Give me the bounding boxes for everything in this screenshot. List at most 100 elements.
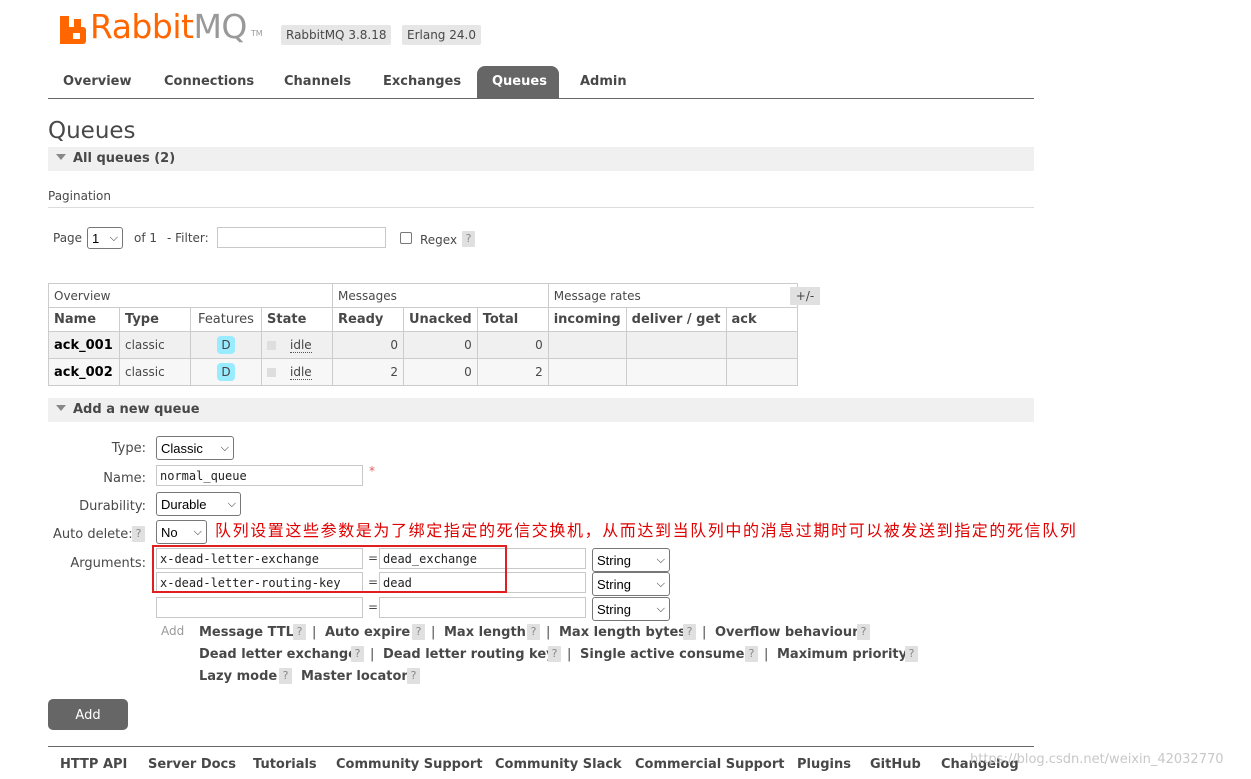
queue-name-link[interactable]: ack_001	[48, 331, 120, 359]
all-queues-toggle[interactable]: All queues (2)	[48, 147, 1034, 171]
argument-key-input[interactable]	[156, 597, 363, 618]
footer-link-http-api[interactable]: HTTP API	[60, 757, 127, 772]
footer-link-community-support[interactable]: Community Support	[336, 757, 483, 772]
shortcut-auto-expire[interactable]: Auto expire	[325, 625, 410, 640]
chevron-down-icon: ⌵	[656, 577, 665, 590]
column-header-ready[interactable]: Ready	[332, 307, 404, 332]
help-icon[interactable]: ?	[548, 646, 561, 662]
footer-divider	[48, 746, 1034, 747]
column-header-incoming[interactable]: incoming	[547, 307, 627, 332]
annotation-note: 队列设置这些参数是为了绑定指定的死信交换机，从而达到当队列中的消息过期时可以被发…	[215, 521, 1078, 540]
footer-link-server-docs[interactable]: Server Docs	[148, 757, 236, 772]
help-icon[interactable]: ?	[279, 668, 292, 684]
arguments-label: Arguments:	[70, 556, 146, 571]
chevron-down-icon: ⌵	[656, 553, 665, 566]
help-icon[interactable]: ?	[527, 624, 540, 640]
logo-trademark: TM	[250, 29, 263, 38]
tab-connections[interactable]: Connections	[149, 66, 269, 98]
footer-link-commercial-support[interactable]: Commercial Support	[635, 757, 785, 772]
tab-exchanges[interactable]: Exchanges	[368, 66, 476, 98]
collapse-triangle-icon	[56, 405, 66, 411]
separator: |	[312, 625, 317, 640]
column-header-type[interactable]: Type	[119, 307, 191, 332]
argument-type-select[interactable]: String ⌵	[592, 548, 670, 572]
main-nav: Overview Connections Channels Exchanges …	[48, 66, 1034, 99]
queue-name-link[interactable]: ack_002	[48, 358, 120, 386]
queues-table: Overview Messages Message rates Name Typ…	[48, 283, 798, 386]
column-header-unacked[interactable]: Unacked	[403, 307, 478, 332]
column-header-name[interactable]: Name	[48, 307, 120, 332]
footer-link-community-slack[interactable]: Community Slack	[495, 757, 622, 772]
queue-name-input[interactable]	[156, 465, 363, 486]
shortcut-lazy-mode[interactable]: Lazy mode	[199, 669, 277, 684]
argument-type-value: String	[597, 601, 631, 617]
queue-type-select[interactable]: Classic ⌵	[156, 436, 234, 460]
rabbitmq-logo-icon	[60, 16, 86, 44]
auto-delete-select[interactable]: No ⌵	[156, 520, 207, 544]
page-select-value: 1	[92, 230, 100, 246]
shortcut-maximum-priority[interactable]: Maximum priority	[777, 647, 907, 662]
shortcut-single-active-consumer[interactable]: Single active consumer	[580, 647, 751, 662]
argument-type-value: String	[597, 552, 631, 568]
column-header-total[interactable]: Total	[476, 307, 549, 332]
queue-type: classic	[119, 358, 191, 386]
filter-input[interactable]	[217, 227, 386, 248]
footer-link-tutorials[interactable]: Tutorials	[253, 757, 317, 772]
durability-label: Durability:	[79, 499, 146, 514]
pagination-divider	[48, 207, 1034, 208]
regex-checkbox[interactable]	[400, 232, 412, 244]
argument-type-select[interactable]: String ⌵	[592, 597, 670, 621]
argument-type-select[interactable]: String ⌵	[592, 572, 670, 596]
regex-help-icon[interactable]: ?	[462, 231, 475, 247]
ready-count: 0	[332, 331, 404, 359]
queue-type: classic	[119, 331, 191, 359]
shortcut-master-locator[interactable]: Master locator	[301, 669, 408, 684]
page-select[interactable]: 1 ⌵	[87, 227, 123, 249]
help-icon[interactable]: ?	[351, 646, 364, 662]
queue-type-value: Classic	[161, 440, 203, 456]
shortcut-max-length-bytes[interactable]: Max length bytes	[559, 625, 686, 640]
tab-queues[interactable]: Queues	[477, 66, 559, 98]
help-icon[interactable]: ?	[905, 646, 918, 662]
footer-link-plugins[interactable]: Plugins	[797, 757, 851, 772]
argument-equals: =	[368, 600, 379, 614]
auto-delete-label: Auto delete:	[53, 527, 133, 542]
shortcut-message-ttl[interactable]: Message TTL	[199, 625, 294, 640]
auto-delete-value: No	[161, 524, 178, 540]
tab-channels[interactable]: Channels	[269, 66, 366, 98]
shortcut-max-length[interactable]: Max length	[444, 625, 526, 640]
help-icon[interactable]: ?	[857, 624, 870, 640]
add-queue-button[interactable]: Add queue	[48, 699, 128, 754]
auto-delete-help-icon[interactable]: ?	[132, 526, 145, 542]
tab-admin[interactable]: Admin	[565, 66, 642, 98]
help-icon[interactable]: ?	[745, 646, 758, 662]
durable-feature-badge: D	[217, 363, 235, 381]
queue-state: idle	[290, 365, 312, 380]
watermark-text: https://blog.csdn.net/weixin_42032770	[970, 752, 1224, 767]
durability-select[interactable]: Durable ⌵	[156, 492, 241, 516]
help-icon[interactable]: ?	[293, 624, 306, 640]
help-icon[interactable]: ?	[407, 668, 420, 684]
help-icon[interactable]: ?	[412, 624, 425, 640]
column-header-ack[interactable]: ack	[725, 307, 798, 332]
table-row: ack_001 classic D idle 0 0 0	[48, 331, 798, 359]
rabbitmq-logo[interactable]: RabbitMQ TM	[60, 8, 263, 44]
incoming-rate	[547, 358, 627, 386]
tab-overview[interactable]: Overview	[48, 66, 147, 98]
argument-value-input[interactable]	[379, 597, 586, 618]
help-icon[interactable]: ?	[683, 624, 696, 640]
deliver-get-rate	[625, 358, 727, 386]
shortcut-dead-letter-exchange[interactable]: Dead letter exchange	[199, 647, 357, 662]
footer-link-github[interactable]: GitHub	[870, 757, 921, 772]
column-toggle-button[interactable]: +/-	[790, 287, 820, 305]
durable-feature-badge: D	[217, 336, 235, 354]
column-header-deliver-get[interactable]: deliver / get	[625, 307, 727, 332]
shortcut-dead-letter-routing-key[interactable]: Dead letter routing key	[383, 647, 555, 662]
shortcut-overflow-behaviour[interactable]: Overflow behaviour	[715, 625, 859, 640]
durability-value: Durable	[161, 496, 207, 512]
page-title: Queues	[48, 118, 136, 144]
argument-type-value: String	[597, 576, 631, 592]
page-label: Page	[53, 231, 83, 245]
column-header-state[interactable]: State	[261, 307, 333, 332]
add-queue-toggle[interactable]: Add a new queue	[48, 398, 1034, 422]
